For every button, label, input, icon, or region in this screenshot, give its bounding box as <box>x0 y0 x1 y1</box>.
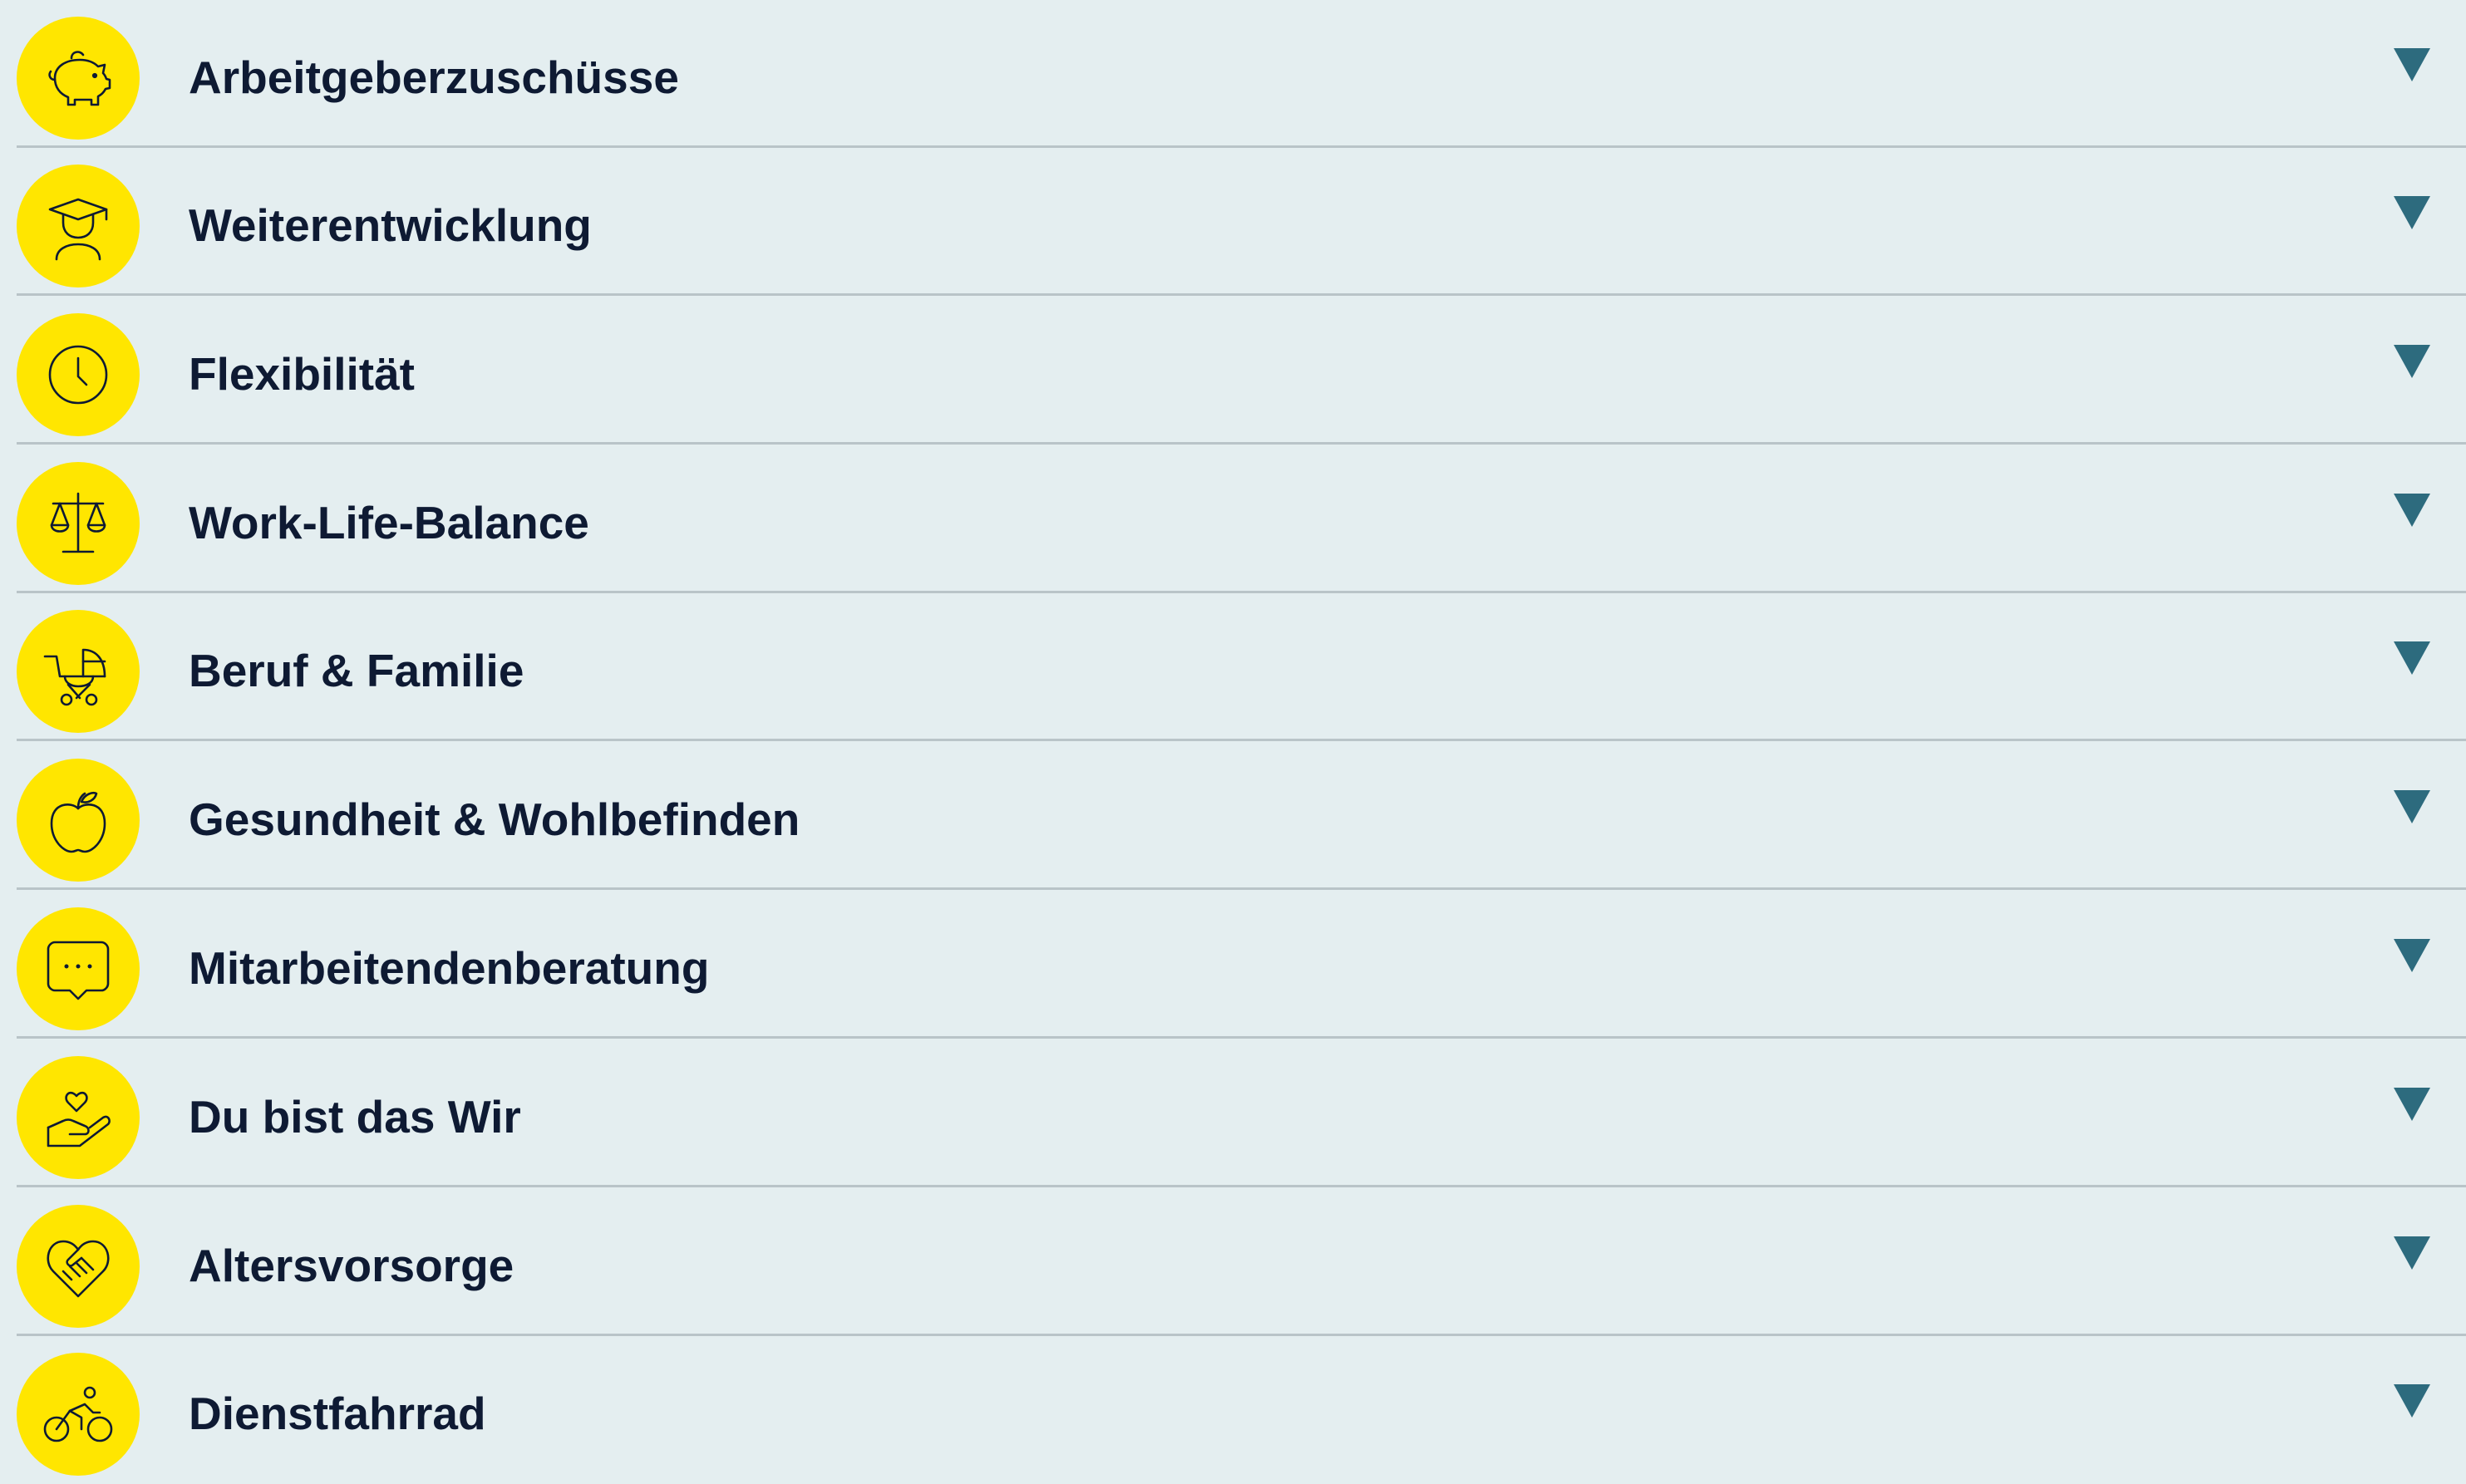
accordion-item-label: Work-Life-Balance <box>189 497 589 548</box>
stroller-icon <box>17 610 140 733</box>
accordion-item-arbeitgeberzuschuesse[interactable]: Arbeitgeberzuschüsse <box>0 0 2466 148</box>
accordion-item-work-life-balance[interactable]: Work-Life-Balance <box>0 445 2466 593</box>
accordion-item-label: Weiterentwicklung <box>189 199 592 251</box>
accordion-item-label: Du bist das Wir <box>189 1091 521 1142</box>
chevron-down-icon[interactable] <box>2394 345 2430 378</box>
accordion-item-mitarbeitendenberatung[interactable]: Mitarbeitendenberatung <box>0 891 2466 1039</box>
accordion-item-altersvorsorge[interactable]: Altersvorsorge <box>0 1188 2466 1336</box>
accordion-item-flexibilitaet[interactable]: Flexibilität <box>0 297 2466 445</box>
accordion-item-du-bist-das-wir[interactable]: Du bist das Wir <box>0 1039 2466 1187</box>
accordion-item-beruf-familie[interactable]: Beruf & Familie <box>0 593 2466 741</box>
divider <box>17 442 2466 445</box>
chevron-down-icon[interactable] <box>2394 196 2430 229</box>
benefits-accordion: Arbeitgeberzuschüsse Weiterentwicklung F… <box>0 0 2466 1477</box>
accordion-item-label: Flexibilität <box>189 348 415 400</box>
accordion-item-dienstfahrrad[interactable]: Dienstfahrrad <box>0 1336 2466 1484</box>
piggy-bank-icon <box>17 17 140 140</box>
chevron-down-icon[interactable] <box>2394 939 2430 972</box>
scales-icon <box>17 462 140 585</box>
clock-icon <box>17 313 140 436</box>
graduate-icon <box>17 165 140 287</box>
bicycle-icon <box>17 1353 140 1476</box>
divider <box>17 293 2466 296</box>
accordion-item-label: Altersvorsorge <box>189 1240 514 1291</box>
divider <box>17 739 2466 741</box>
divider <box>17 887 2466 890</box>
chevron-down-icon[interactable] <box>2394 1236 2430 1270</box>
accordion-item-weiterentwicklung[interactable]: Weiterentwicklung <box>0 148 2466 296</box>
chevron-down-icon[interactable] <box>2394 790 2430 823</box>
chat-bubble-icon <box>17 907 140 1030</box>
accordion-item-label: Beruf & Familie <box>189 645 524 696</box>
handshake-heart-icon <box>17 1205 140 1328</box>
accordion-item-gesundheit-wohlbefinden[interactable]: Gesundheit & Wohlbefinden <box>0 742 2466 890</box>
chevron-down-icon[interactable] <box>2394 1384 2430 1418</box>
accordion-item-label: Gesundheit & Wohlbefinden <box>189 794 800 845</box>
accordion-item-label: Dienstfahrrad <box>189 1388 486 1439</box>
accordion-item-label: Arbeitgeberzuschüsse <box>189 52 679 103</box>
divider <box>17 1036 2466 1039</box>
apple-icon <box>17 759 140 882</box>
chevron-down-icon[interactable] <box>2394 1088 2430 1121</box>
chevron-down-icon[interactable] <box>2394 48 2430 81</box>
chevron-down-icon[interactable] <box>2394 641 2430 675</box>
hand-heart-icon <box>17 1056 140 1179</box>
accordion-item-label: Mitarbeitendenberatung <box>189 942 710 994</box>
chevron-down-icon[interactable] <box>2394 494 2430 527</box>
divider <box>17 1185 2466 1187</box>
